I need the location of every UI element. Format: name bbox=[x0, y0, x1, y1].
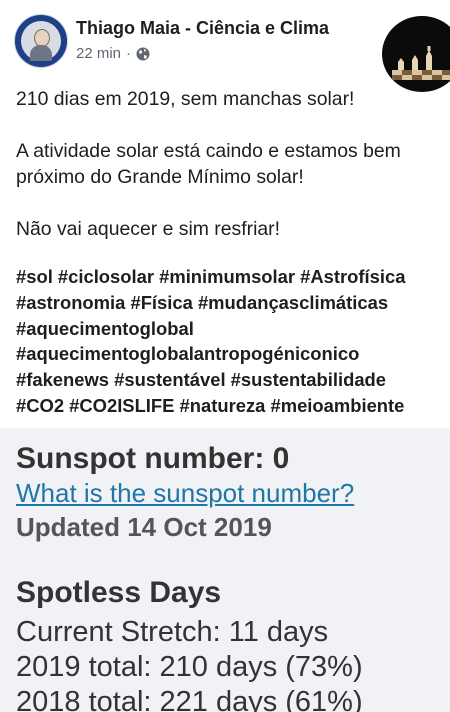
total-2019: 2019 total: 210 days (73%) bbox=[16, 651, 363, 683]
post-paragraph: 210 dias em 2019, sem manchas solar! bbox=[16, 88, 355, 110]
post-text: 210 dias em 2019, sem manchas solar! A a… bbox=[16, 86, 440, 268]
current-stretch: Current Stretch: 11 days bbox=[16, 616, 329, 648]
hashtag-line[interactable]: #aquecimentoglobalantropogéniconico bbox=[16, 341, 446, 367]
sunspot-number-title: Sunspot number: 0 bbox=[16, 442, 290, 475]
hashtag-line[interactable]: #CO2 #CO2ISLIFE #natureza #meioambiente bbox=[16, 393, 446, 419]
total-2018: 2018 total: 221 days (61%) bbox=[16, 686, 363, 712]
hashtag-line[interactable]: #aquecimentoglobal bbox=[16, 316, 446, 342]
author-avatar[interactable] bbox=[14, 14, 68, 68]
avatar-portrait bbox=[21, 21, 61, 61]
author-name[interactable]: Thiago Maia - Ciência e Clima bbox=[76, 18, 329, 39]
hashtag-line[interactable]: #fakenews #sustentável #sustentabilidade bbox=[16, 367, 446, 393]
chess-thumbnail[interactable] bbox=[382, 16, 450, 92]
post-paragraph: Não vai aquecer e sim resfriar! bbox=[16, 218, 281, 240]
post-meta: 22 min · bbox=[76, 45, 150, 62]
post-paragraph: A atividade solar está caindo e estamos … bbox=[16, 140, 401, 188]
hashtag-line[interactable]: #sol #ciclosolar #minimumsolar #Astrofís… bbox=[16, 264, 446, 290]
post-time[interactable]: 22 min bbox=[76, 45, 121, 62]
meta-separator: · bbox=[126, 45, 132, 62]
updated-date: Updated 14 Oct 2019 bbox=[16, 512, 272, 542]
globe-icon[interactable] bbox=[136, 47, 150, 61]
sunspot-info-link[interactable]: What is the sunspot number? bbox=[16, 478, 354, 509]
post-header: Thiago Maia - Ciência e Clima 22 min · bbox=[0, 0, 450, 92]
hashtag-block: #sol #ciclosolar #minimumsolar #Astrofís… bbox=[16, 264, 446, 419]
hashtag-line[interactable]: #astronomia #Física #mudançasclimáticas bbox=[16, 290, 446, 316]
shared-screenshot[interactable]: Sunspot number: 0 What is the sunspot nu… bbox=[0, 428, 450, 712]
spotless-days-title: Spotless Days bbox=[16, 576, 222, 609]
